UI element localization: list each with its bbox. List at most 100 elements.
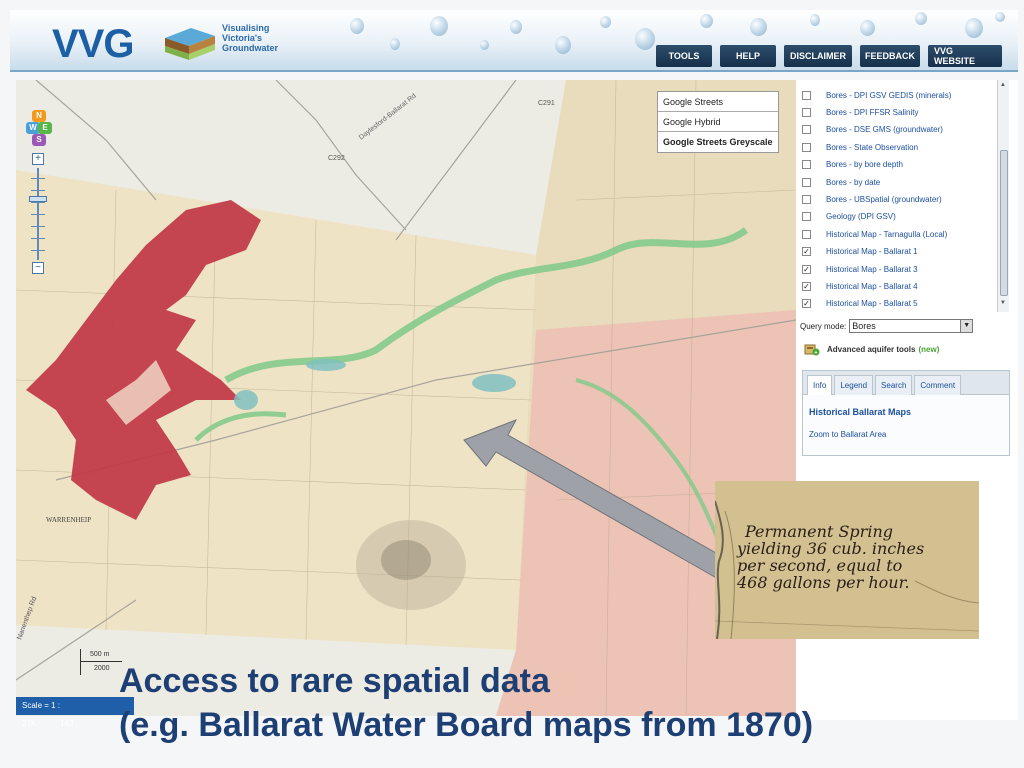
slide-caption: Access to rare spatial data (e.g. Ballar… [119, 659, 813, 747]
caption-line-2: (e.g. Ballarat Water Board maps from 187… [119, 706, 814, 744]
layer-checkbox[interactable] [802, 177, 811, 187]
nav-feedback-button[interactable]: FEEDBACK [860, 45, 920, 67]
logo-wordmark: VVG [52, 22, 134, 66]
new-badge: (new) [918, 344, 940, 354]
map-button-n[interactable]: N [32, 110, 46, 122]
scale-bar: 500 m 2000 [80, 645, 122, 679]
layer-checkbox[interactable]: ✓ [802, 264, 811, 274]
query-mode-select[interactable]: Bores ▼ [849, 319, 974, 333]
slide: VVG Visualising Victoria's Groundwater T… [0, 0, 1024, 768]
scale-bar-label: 500 m [90, 651, 110, 658]
inset-line: Permanent Spring [745, 522, 893, 541]
layer-item[interactable]: Bores - DPI FFSR Salinity [802, 105, 918, 119]
water-drop [390, 38, 400, 50]
info-title: Historical Ballarat Maps [809, 407, 912, 417]
nav-disclaimer-button[interactable]: DISCLAIMER [784, 45, 852, 67]
zoom-in-button[interactable]: + [32, 153, 44, 165]
layer-label: Geology (DPI GSV) [826, 212, 896, 222]
layer-label: Bores - DPI GSV GEDIS (minerals) [826, 90, 952, 100]
nav-vvg-website-button[interactable]: VVG WEBSITE [928, 45, 1002, 67]
layer-item[interactable]: Bores - UBSpatial (groundwater) [802, 192, 942, 206]
water-body [306, 359, 346, 371]
layer-item[interactable]: ✓ Historical Map - Ballarat 3 [802, 262, 918, 276]
nav-help-button[interactable]: HELP [720, 45, 776, 67]
layer-item[interactable]: Geology (DPI GSV) [802, 210, 896, 224]
layer-checkbox[interactable] [802, 212, 811, 222]
water-drop [860, 20, 875, 36]
water-drop [915, 12, 927, 25]
layer-checkbox[interactable] [802, 90, 811, 100]
map-button-s[interactable]: S [32, 134, 46, 146]
layer-item[interactable]: Bores - by bore depth [802, 158, 903, 172]
water-drop [700, 14, 713, 28]
tab-info[interactable]: Info [807, 375, 833, 395]
water-drop [750, 18, 767, 36]
logo-tagline: Visualising Victoria's Groundwater [222, 23, 278, 53]
scale-status-extra: 143 [60, 719, 74, 728]
layer-label: Bores - DSE GMS (groundwater) [826, 125, 943, 135]
svg-text:C291: C291 [538, 100, 555, 107]
layer-item[interactable]: Bores - by date [802, 175, 880, 189]
water-drop [600, 16, 611, 28]
layer-checkbox[interactable] [802, 142, 811, 152]
water-drop [995, 12, 1005, 22]
tab-comment[interactable]: Comment [914, 375, 962, 395]
scale-bar-label: 2000 [94, 665, 110, 672]
map-viewport[interactable]: C291 C292 Daylesford-Ballarat Rd WARRENH… [16, 80, 796, 716]
layer-checkbox[interactable] [802, 229, 811, 239]
map-type-google-streets[interactable]: Google Streets [658, 92, 778, 112]
layer-list: Bores - DPI GSV GEDIS (minerals) Bores - … [802, 80, 1006, 312]
water-body [234, 390, 258, 410]
water-drop [555, 36, 571, 54]
layer-label: Bores - State Observation [826, 142, 919, 152]
layer-item[interactable]: Bores - DSE GMS (groundwater) [802, 123, 943, 137]
zoom-control: N W E S + − [24, 108, 54, 278]
tagline-line: Groundwater [222, 43, 279, 53]
layer-label: Bores - by bore depth [826, 160, 903, 170]
layer-item[interactable]: ✓ Historical Map - Ballarat 1 [802, 245, 918, 259]
layer-checkbox[interactable] [802, 125, 811, 135]
advanced-aquifer-tools-label: Advanced aquifer tools [827, 344, 916, 354]
layer-item[interactable]: Bores - DPI GSV GEDIS (minerals) [802, 88, 951, 102]
historical-map-overlay: C291 C292 Daylesford-Ballarat Rd WARRENH… [16, 80, 796, 716]
water-drop [635, 28, 655, 50]
inset-line: 468 gallons per hour. [737, 573, 910, 592]
layer-checkbox[interactable]: ✓ [802, 299, 811, 309]
map-button-e[interactable]: E [38, 122, 52, 134]
zoom-slider-handle[interactable] [29, 196, 47, 202]
layer-label: Historical Map - Ballarat 3 [826, 264, 918, 274]
layer-checkbox[interactable] [802, 194, 811, 204]
map-type-google-hybrid[interactable]: Google Hybrid [658, 112, 778, 132]
inset-line: per second, equal to [737, 556, 903, 575]
water-drop [480, 40, 489, 50]
advanced-aquifer-tools[interactable]: + Advanced aquifer tools (new) [804, 342, 939, 356]
layer-checkbox[interactable]: ✓ [802, 281, 811, 291]
inset-line: yielding 36 cub. inches [737, 539, 925, 558]
tagline-line: Visualising [222, 23, 270, 33]
map-type-google-streets-greyscale[interactable]: Google Streets Greyscale [658, 132, 778, 152]
layer-list-scrollbar[interactable]: ▲ ▼ [997, 80, 1009, 312]
scale-status: Scale = 1 : 27K 143 [16, 697, 134, 728]
layer-item[interactable]: Historical Map - Tarnagulla (Local) [802, 227, 947, 241]
app-header: VVG Visualising Victoria's Groundwater T… [10, 10, 1018, 72]
zoom-to-ballarat-link[interactable]: Zoom to Ballarat Area [809, 430, 886, 439]
layer-item[interactable]: ✓ Historical Map - Ballarat 5 [802, 297, 918, 311]
tab-legend[interactable]: Legend [834, 375, 874, 395]
zoom-out-button[interactable]: − [32, 262, 44, 274]
info-tabs: Info Legend Search Comment [803, 371, 1009, 395]
water-drop [430, 16, 448, 36]
layer-checkbox[interactable] [802, 160, 811, 170]
scrollbar-thumb[interactable] [1000, 150, 1008, 296]
layer-item[interactable]: Bores - State Observation [802, 140, 918, 154]
layer-checkbox[interactable]: ✓ [802, 247, 811, 257]
nav-tools-button[interactable]: TOOLS [656, 45, 712, 67]
svg-text:WARRENHEIP: WARRENHEIP [46, 516, 91, 524]
map-inset-zoom: Permanent Spring yielding 36 cub. inches… [715, 481, 979, 639]
info-panel: Info Legend Search Comment Historical Ba… [802, 370, 1010, 456]
layer-item[interactable]: ✓ Historical Map - Ballarat 4 [802, 279, 918, 293]
layer-checkbox[interactable] [802, 107, 811, 117]
tab-search[interactable]: Search [875, 375, 913, 395]
groundwater-layers-icon [165, 28, 215, 60]
layer-label: Bores - UBSpatial (groundwater) [826, 194, 942, 204]
layer-label: Historical Map - Ballarat 5 [826, 299, 918, 309]
